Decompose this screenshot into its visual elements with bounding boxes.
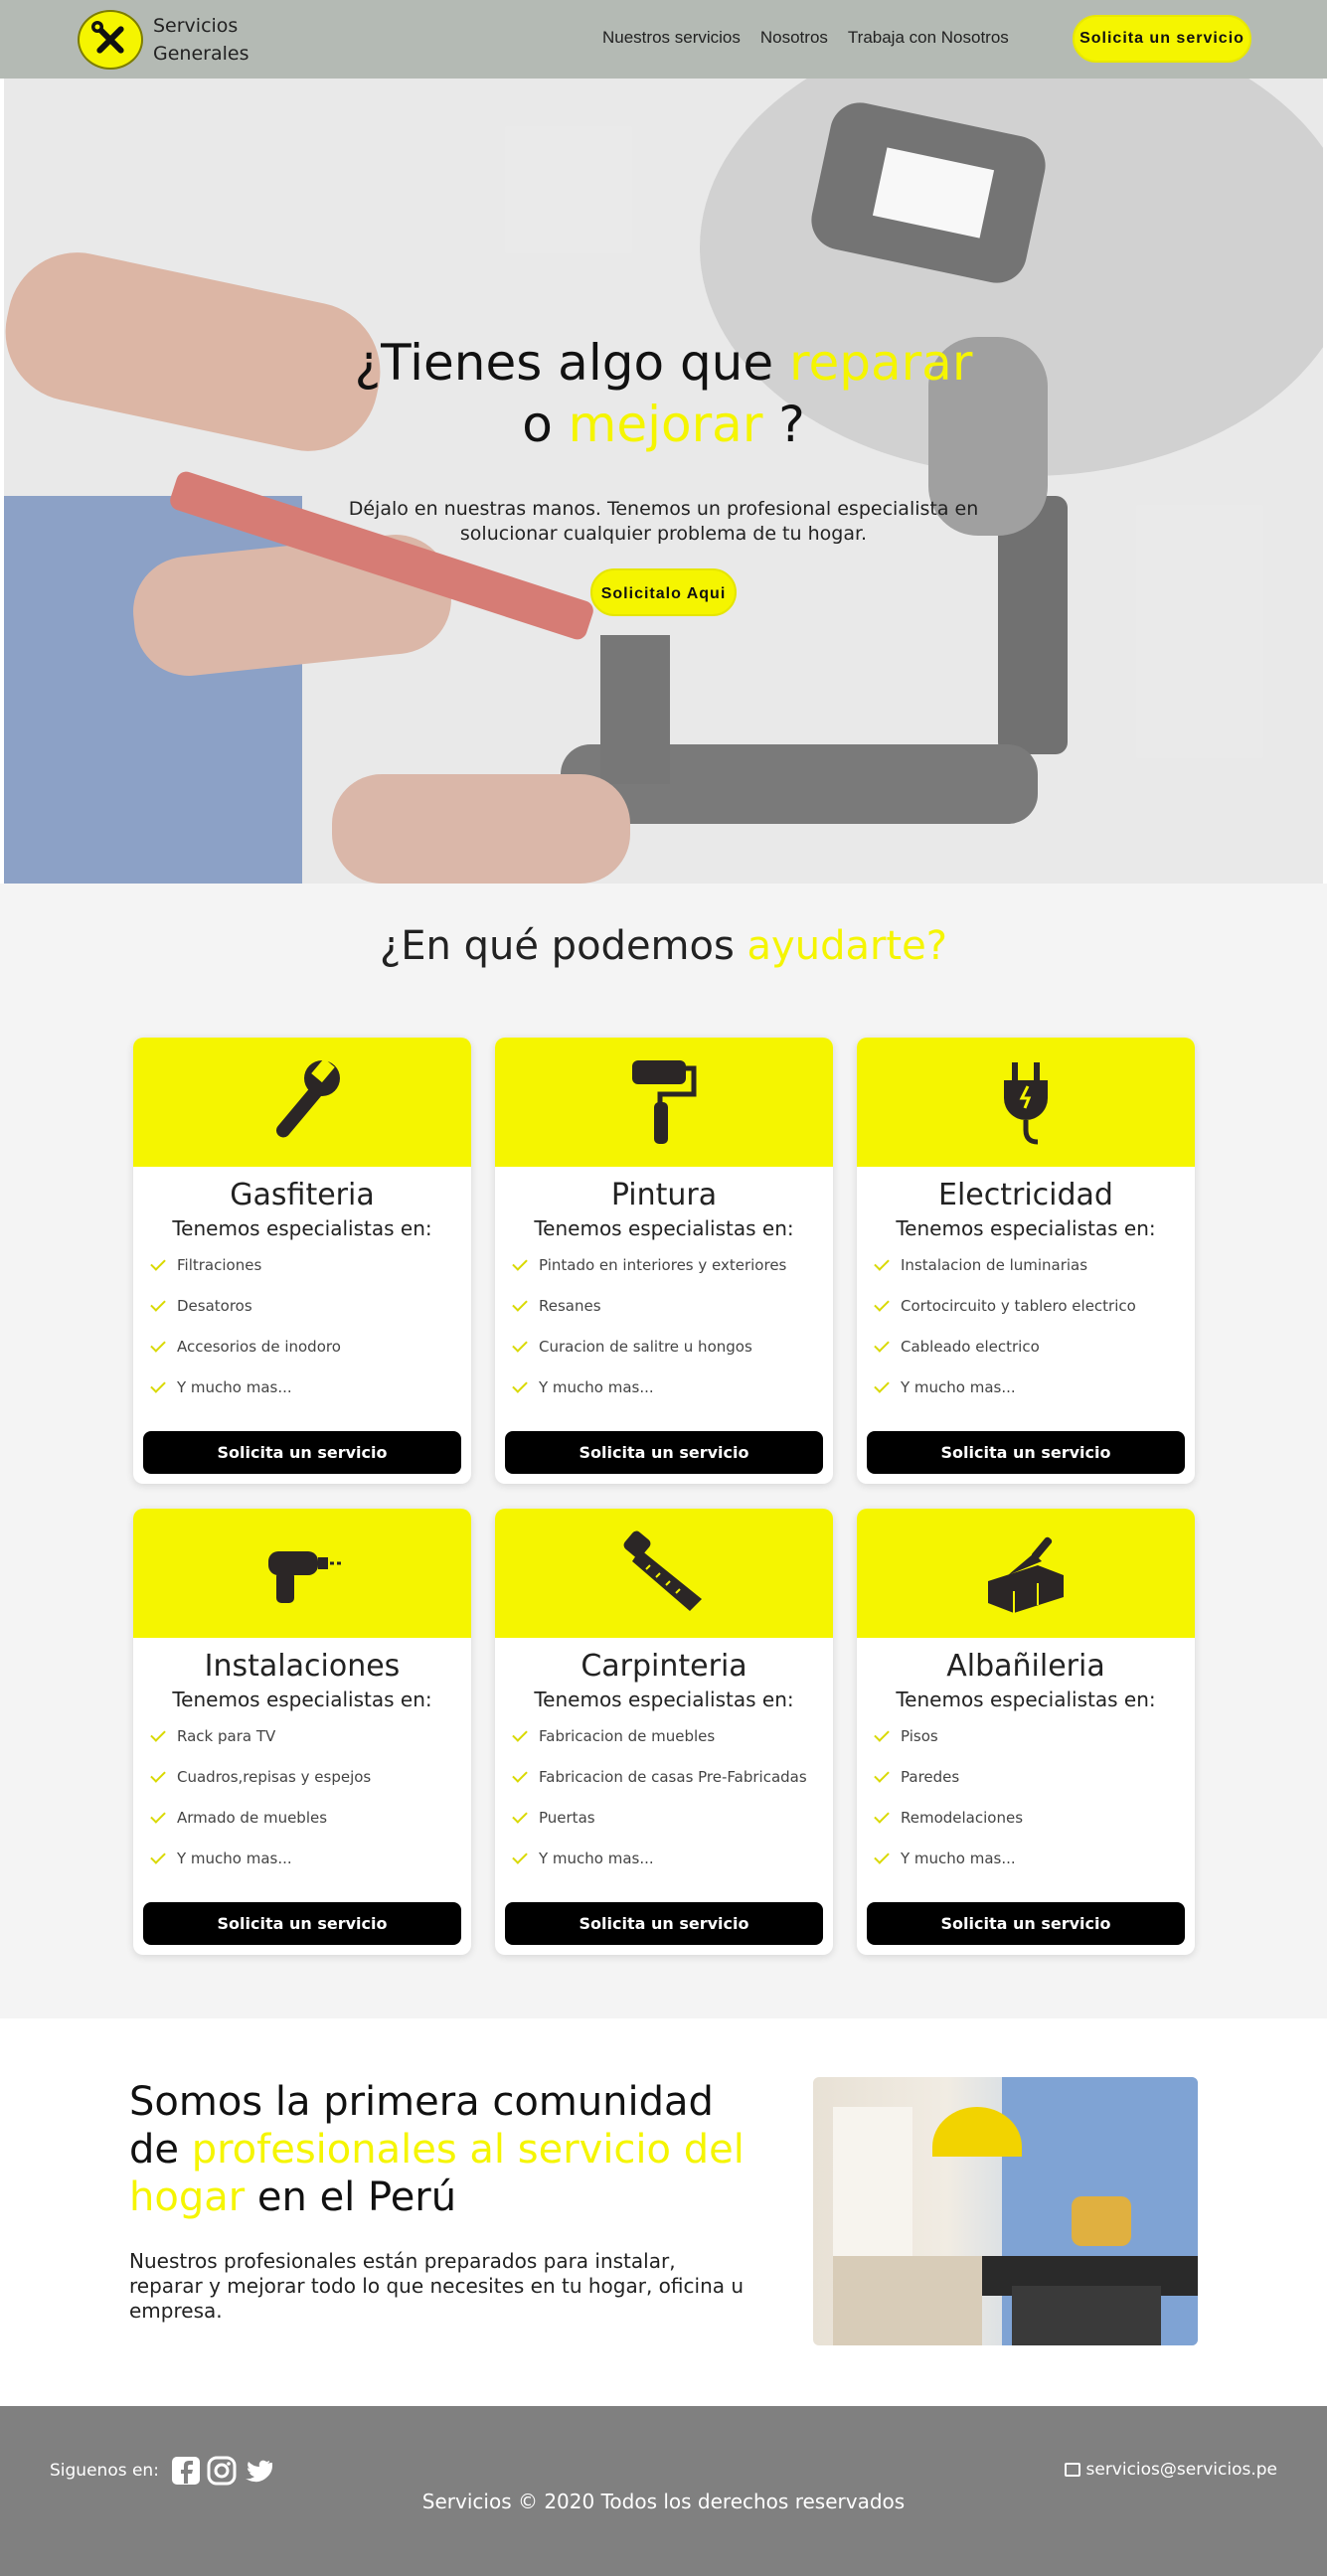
service-card-carpinteria: Carpinteria Tenemos especialistas en: Fa… xyxy=(495,1509,833,1955)
list-item: Cableado electrico xyxy=(871,1326,1195,1367)
service-card-pintura: Pintura Tenemos especialistas en: Pintad… xyxy=(495,1038,833,1484)
nav-links: Nuestros servicios Nosotros Trabaja con … xyxy=(602,28,1009,48)
brand-line-1: Servicios xyxy=(153,15,239,37)
list-item: Fabricacion de casas Pre-Fabricadas xyxy=(509,1756,833,1797)
paint-roller-icon xyxy=(632,1060,697,1144)
list-item: Cortocircuito y tablero electrico xyxy=(871,1285,1195,1326)
list-item: Desatoros xyxy=(147,1285,471,1326)
list-item: Y mucho mas... xyxy=(147,1838,471,1878)
tools-icon xyxy=(78,10,143,70)
service-card-electricidad: Electricidad Tenemos especialistas en: I… xyxy=(857,1038,1195,1484)
card-title: Electricidad xyxy=(938,1178,1113,1212)
list-item: Pintado en interiores y exteriores xyxy=(509,1244,833,1285)
about-section: Somos la primera comunidad de profesiona… xyxy=(0,2018,1327,2406)
request-service-button[interactable]: Solicita un servicio xyxy=(143,1902,461,1945)
hero-section: ¿Tienes algo que reparar o mejorar ? Déj… xyxy=(4,79,1323,884)
nav-link-trabaja[interactable]: Trabaja con Nosotros xyxy=(848,28,1009,48)
card-title: Instalaciones xyxy=(204,1649,401,1684)
card-subtitle: Tenemos especialistas en: xyxy=(172,1216,432,1240)
envelope-icon xyxy=(1064,2463,1080,2477)
twitter-icon[interactable] xyxy=(243,2456,274,2486)
plug-icon xyxy=(1004,1062,1048,1145)
card-subtitle: Tenemos especialistas en: xyxy=(896,1688,1156,1711)
request-service-button[interactable]: Solicita un servicio xyxy=(505,1902,823,1945)
list-item: Fabricacion de muebles xyxy=(509,1715,833,1756)
brand[interactable]: Servicios Generales xyxy=(78,10,262,70)
card-title: Gasfiteria xyxy=(230,1178,375,1212)
nav-link-servicios[interactable]: Nuestros servicios xyxy=(602,28,741,48)
service-card-albanileria: Albañileria Tenemos especialistas en: Pi… xyxy=(857,1509,1195,1955)
card-subtitle: Tenemos especialistas en: xyxy=(534,1688,794,1711)
copyright: Servicios © 2020 Todos los derechos rese… xyxy=(421,2490,906,2513)
services-grid: Gasfiteria Tenemos especialistas en: Fil… xyxy=(133,1038,1327,1955)
instagram-icon[interactable] xyxy=(207,2456,237,2486)
saw-icon xyxy=(623,1530,702,1611)
list-item: Y mucho mas... xyxy=(509,1367,833,1407)
facebook-icon[interactable] xyxy=(171,2456,201,2486)
hero-content: ¿Tienes algo que reparar o mejorar ? Déj… xyxy=(4,332,1323,616)
list-item: Cuadros,repisas y espejos xyxy=(147,1756,471,1797)
list-item: Rack para TV xyxy=(147,1715,471,1756)
card-title: Carpinteria xyxy=(581,1649,747,1684)
worker-photo xyxy=(813,2077,1198,2345)
top-navbar: Servicios Generales Nuestros servicios N… xyxy=(0,0,1327,79)
brand-line-2: Generales xyxy=(153,43,249,65)
list-item: Puertas xyxy=(509,1797,833,1838)
card-subtitle: Tenemos especialistas en: xyxy=(896,1216,1156,1240)
list-item: Pisos xyxy=(871,1715,1195,1756)
follow-label: Siguenos en: xyxy=(50,2461,159,2481)
trowel-brick-icon xyxy=(988,1536,1064,1613)
nav-request-service-button[interactable]: Solicita un servicio xyxy=(1073,15,1251,63)
hero-request-button[interactable]: Solicitalo Aqui xyxy=(589,568,738,616)
drill-icon xyxy=(268,1551,344,1603)
services-title: ¿En qué podemos ayudarte? xyxy=(380,923,947,969)
list-item: Accesorios de inodoro xyxy=(147,1326,471,1367)
follow-us: Siguenos en: xyxy=(50,2456,274,2486)
wrench-icon xyxy=(276,1057,340,1138)
email-text: servicios@servicios.pe xyxy=(1085,2460,1278,2480)
request-service-button[interactable]: Solicita un servicio xyxy=(143,1431,461,1474)
list-item: Y mucho mas... xyxy=(871,1367,1195,1407)
service-card-gasfiteria: Gasfiteria Tenemos especialistas en: Fil… xyxy=(133,1038,471,1484)
card-title: Albañileria xyxy=(946,1649,1105,1684)
card-subtitle: Tenemos especialistas en: xyxy=(172,1688,432,1711)
services-section: ¿En qué podemos ayudarte? Gasfiteria Ten… xyxy=(0,884,1327,2018)
hero-subtitle: Déjalo en nuestras manos. Tenemos un pro… xyxy=(348,498,979,545)
card-title: Pintura xyxy=(610,1178,718,1212)
card-subtitle: Tenemos especialistas en: xyxy=(534,1216,794,1240)
list-item: Resanes xyxy=(509,1285,833,1326)
list-item: Y mucho mas... xyxy=(509,1838,833,1878)
list-item: Y mucho mas... xyxy=(147,1367,471,1407)
list-item: Curacion de salitre u hongos xyxy=(509,1326,833,1367)
list-item: Paredes xyxy=(871,1756,1195,1797)
hero-title: ¿Tienes algo que reparar o mejorar ? xyxy=(354,334,973,453)
about-text: Nuestros profesionales están preparados … xyxy=(129,2249,745,2323)
list-item: Remodelaciones xyxy=(871,1797,1195,1838)
footer: Siguenos en: servicios@servicios.pe Serv… xyxy=(0,2406,1327,2576)
nav-link-nosotros[interactable]: Nosotros xyxy=(760,28,828,48)
service-card-instalaciones: Instalaciones Tenemos especialistas en: … xyxy=(133,1509,471,1955)
request-service-button[interactable]: Solicita un servicio xyxy=(867,1431,1185,1474)
request-service-button[interactable]: Solicita un servicio xyxy=(867,1902,1185,1945)
about-title: Somos la primera comunidad de profesiona… xyxy=(129,2079,745,2220)
request-service-button[interactable]: Solicita un servicio xyxy=(505,1431,823,1474)
list-item: Instalacion de luminarias xyxy=(871,1244,1195,1285)
list-item: Armado de muebles xyxy=(147,1797,471,1838)
list-item: Filtraciones xyxy=(147,1244,471,1285)
contact-email[interactable]: servicios@servicios.pe xyxy=(1064,2460,1278,2480)
list-item: Y mucho mas... xyxy=(871,1838,1195,1878)
